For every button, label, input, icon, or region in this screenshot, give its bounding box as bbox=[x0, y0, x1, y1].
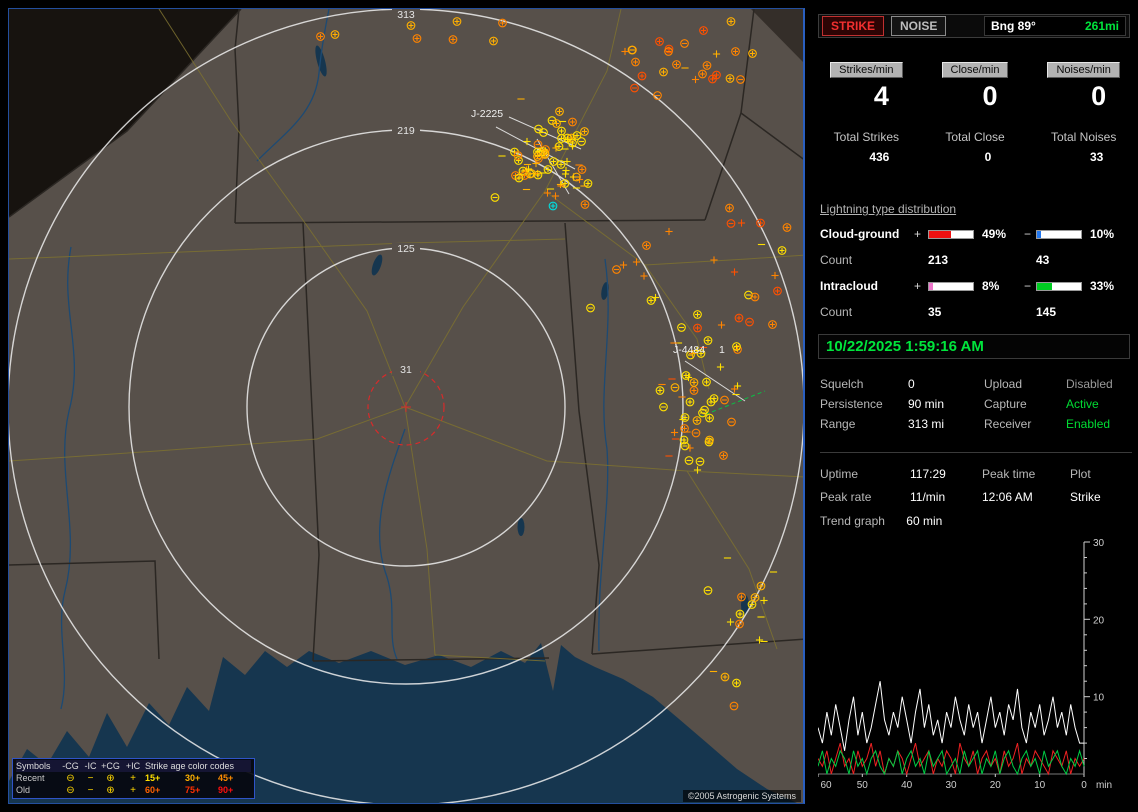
noise-mode-button[interactable]: NOISE bbox=[891, 16, 947, 36]
svg-text:20: 20 bbox=[1093, 615, 1105, 626]
legend-col-neg-ic: -IC bbox=[81, 760, 100, 772]
total-noises: Total Noises 33 bbox=[1050, 130, 1117, 164]
upload-status: Disabled bbox=[1066, 377, 1113, 391]
total-close: Total Close 0 bbox=[945, 130, 1005, 164]
svg-text:313: 313 bbox=[397, 9, 415, 21]
info-row: Peak rate 11/min 12:06 AM Strike bbox=[820, 490, 1101, 504]
noises-per-min-button[interactable]: Noises/min bbox=[1047, 62, 1120, 78]
copyright-notice: ©2005 Astrogenic Systems bbox=[682, 790, 801, 802]
svg-text:0: 0 bbox=[1081, 780, 1087, 791]
lightning-map[interactable]: 313 219 125 31 J-2225 J-4484 1 Symbols -CG -IC… bbox=[8, 8, 805, 804]
bearing-distance: 261mi bbox=[1084, 19, 1119, 33]
legend-row-old: Old bbox=[16, 785, 31, 795]
strikes-per-min-box: Strikes/min 4 bbox=[812, 60, 921, 112]
total-strikes: Total Strikes 436 bbox=[833, 130, 900, 164]
svg-text:219: 219 bbox=[397, 125, 415, 137]
svg-text:40: 40 bbox=[901, 780, 913, 791]
cg-negative-bar bbox=[1036, 229, 1082, 239]
status-row: Range 313 mi Receiver Enabled bbox=[820, 414, 1132, 434]
bearing-label: Bng 89° bbox=[991, 19, 1036, 33]
svg-text:10: 10 bbox=[1034, 780, 1046, 791]
close-per-min-value: 0 bbox=[982, 81, 998, 111]
age-code: 90+ bbox=[218, 785, 234, 795]
svg-text:min: min bbox=[1096, 780, 1112, 791]
legend-col-neg-cg: -CG bbox=[60, 760, 81, 772]
age-code: 60+ bbox=[145, 785, 161, 795]
pos-cg-symbol-icon: ⊕ bbox=[106, 772, 115, 784]
neg-ic-symbol-icon: − bbox=[87, 772, 94, 784]
neg-cg-symbol-icon: ⊖ bbox=[66, 784, 75, 796]
status-row: Squelch 0 Upload Disabled bbox=[820, 374, 1132, 394]
intracloud-counts: Count 35 145 bbox=[820, 305, 1057, 319]
legend-symbols-header: Symbols bbox=[16, 760, 60, 772]
strikes-per-min-button[interactable]: Strikes/min bbox=[830, 62, 903, 78]
nexstorm-app: 313 219 125 31 J-2225 J-4484 1 Symbols -CG -IC… bbox=[0, 0, 1138, 812]
strikes-per-min-value: 4 bbox=[873, 81, 889, 111]
legend-row-recent: Recent bbox=[16, 773, 45, 783]
status-table: Squelch 0 Upload Disabled Persistence 90… bbox=[820, 374, 1132, 434]
svg-text:30: 30 bbox=[945, 780, 957, 791]
bearing-readout: Bng 89° 261mi bbox=[984, 16, 1126, 36]
map-canvas[interactable]: 313 219 125 31 J-2225 J-4484 1 bbox=[9, 9, 805, 804]
neg-ic-symbol-icon: − bbox=[87, 784, 94, 796]
rate-boxes: Strikes/min 4 Close/min 0 Noises/min 0 bbox=[812, 60, 1138, 112]
neg-cg-symbol-icon: ⊖ bbox=[66, 772, 75, 784]
legend-col-pos-ic: +IC bbox=[121, 760, 145, 772]
age-code: 15+ bbox=[145, 773, 161, 783]
ic-negative-bar bbox=[1036, 281, 1082, 291]
capture-status: Active bbox=[1066, 397, 1099, 411]
svg-text:1: 1 bbox=[719, 344, 725, 356]
svg-text:20: 20 bbox=[990, 780, 1002, 791]
svg-text:J-4484: J-4484 bbox=[673, 344, 705, 356]
svg-text:50: 50 bbox=[857, 780, 869, 791]
close-per-min-box: Close/min 0 bbox=[921, 60, 1030, 112]
status-row: Persistence 90 min Capture Active bbox=[820, 394, 1132, 414]
uptime-info: Uptime 117:29 Peak time Plot Peak rate 1… bbox=[820, 452, 1132, 509]
legend-age-title: Strike age color codes bbox=[145, 760, 251, 772]
svg-text:60: 60 bbox=[820, 780, 832, 791]
noises-per-min-value: 0 bbox=[1091, 81, 1107, 111]
age-code: 75+ bbox=[185, 785, 201, 795]
pos-cg-symbol-icon: ⊕ bbox=[106, 784, 115, 796]
close-per-min-button[interactable]: Close/min bbox=[941, 62, 1009, 78]
lightning-type-distribution: Lightning type distribution Cloud-ground… bbox=[820, 202, 1132, 331]
totals-row: Total Strikes 436 Total Close 0 Total No… bbox=[812, 130, 1138, 164]
receiver-status: Enabled bbox=[1066, 417, 1111, 431]
mode-toolbar: STRIKE NOISE Bng 89° 261mi bbox=[818, 14, 1130, 38]
age-code: 45+ bbox=[218, 773, 234, 783]
trend-graph: 10 20 30 60 50 40 30 20 10 0 min bbox=[818, 538, 1112, 791]
datetime-display: 10/22/2025 1:59:16 AM bbox=[818, 334, 1130, 359]
cloud-ground-counts: Count 213 43 bbox=[820, 253, 1050, 267]
strike-mode-button[interactable]: STRIKE bbox=[822, 16, 885, 36]
trend-graph-label: Trend graph 60 min bbox=[820, 514, 943, 528]
info-row: Uptime 117:29 Peak time Plot bbox=[820, 467, 1091, 481]
ic-positive-bar bbox=[928, 281, 974, 291]
noises-per-min-box: Noises/min 0 bbox=[1029, 60, 1138, 112]
distribution-title: Lightning type distribution bbox=[820, 202, 957, 216]
map-legend: Symbols -CG -IC +CG +IC Strike age color… bbox=[12, 758, 255, 799]
cg-positive-bar bbox=[928, 229, 974, 239]
svg-text:J-2225: J-2225 bbox=[471, 108, 503, 120]
legend-col-pos-cg: +CG bbox=[100, 760, 121, 772]
svg-text:125: 125 bbox=[397, 243, 415, 255]
svg-text:31: 31 bbox=[400, 364, 412, 376]
cloud-ground-row: Cloud-ground + 49% − 10% bbox=[820, 227, 1115, 241]
pos-ic-symbol-icon: + bbox=[130, 772, 136, 784]
svg-text:30: 30 bbox=[1093, 538, 1105, 549]
svg-text:10: 10 bbox=[1093, 693, 1105, 704]
pos-ic-symbol-icon: + bbox=[130, 784, 136, 796]
intracloud-row: Intracloud + 8% − 33% bbox=[820, 279, 1115, 293]
status-panel: STRIKE NOISE Bng 89° 261mi Strikes/min 4… bbox=[812, 0, 1138, 812]
age-code: 30+ bbox=[185, 773, 201, 783]
